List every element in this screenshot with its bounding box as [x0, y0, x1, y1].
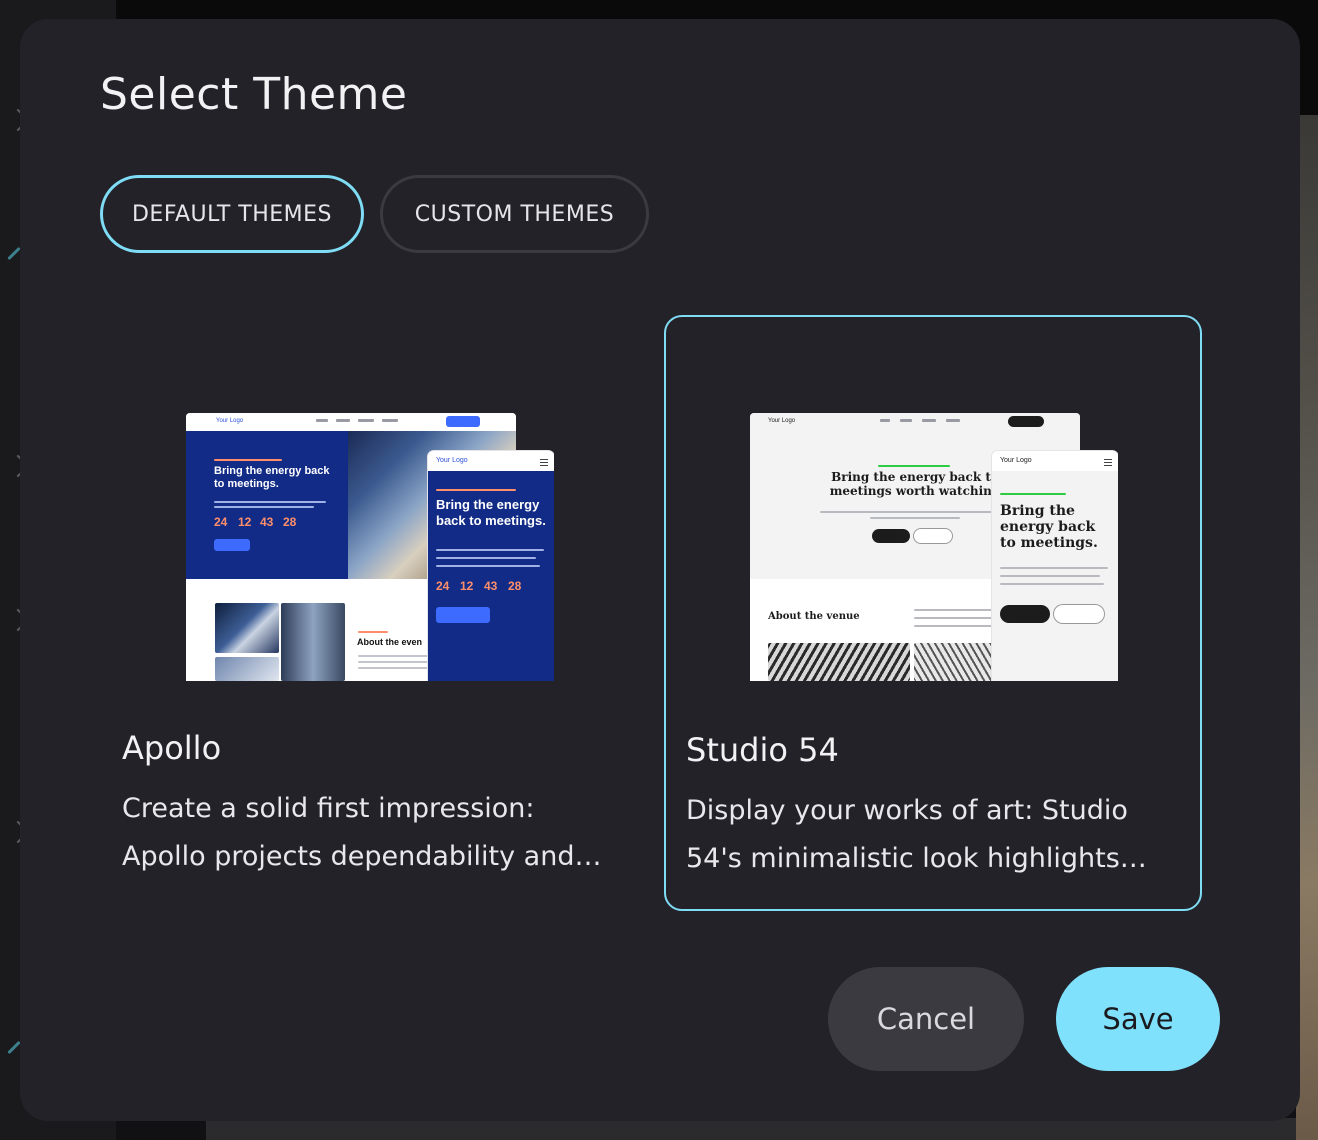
mobile-preview-headline: Bring the energy back to meetings.	[436, 497, 546, 528]
preview-headline: Bring the energy back to meetings.	[214, 465, 330, 491]
menu-icon	[540, 459, 548, 466]
mobile-preview-logo: Your Logo	[1000, 457, 1032, 464]
preview-nav: Your Logo	[750, 413, 1080, 431]
preview-date-line	[1000, 493, 1066, 495]
preview-body-line	[358, 655, 428, 657]
preview-register-button	[872, 529, 910, 543]
preview-body-line	[358, 661, 428, 663]
preview-body-line	[214, 506, 314, 508]
preview-date-line	[878, 465, 950, 467]
preview-image	[768, 643, 910, 681]
preview-logo: Your Logo	[216, 418, 244, 424]
preview-body-line	[870, 517, 960, 519]
preview-body-line	[436, 549, 544, 551]
mobile-preview-hero: Bring the energy back to meetings.	[992, 471, 1118, 681]
preview-body-line	[1000, 567, 1108, 569]
preview-nav: Your Logo	[186, 413, 516, 431]
theme-preview-studio-54: Your Logo Bring the energy back to meeti…	[750, 413, 1118, 681]
preview-date-line	[436, 489, 516, 491]
preview-nav-link	[382, 419, 398, 422]
preview-register-button	[214, 539, 250, 551]
preview-image	[914, 643, 994, 681]
preview-body-line	[1000, 583, 1104, 585]
theme-description: Display your works of art: Studio 54's m…	[686, 795, 1147, 874]
preview-nav-link	[946, 419, 960, 422]
preview-date-line	[214, 459, 282, 461]
preview-countdown-minutes: 43	[484, 579, 498, 593]
preview-body-line	[436, 557, 536, 559]
mobile-preview: Your Logo Bring the energy back to meeti…	[428, 451, 554, 681]
preview-countdown-seconds: 28	[508, 579, 522, 593]
preview-body-line	[914, 625, 994, 627]
preview-watch-button	[1054, 605, 1104, 623]
preview-section-heading: About the venue	[768, 611, 860, 622]
dialog-title: Select Theme	[100, 69, 408, 120]
tab-custom-themes[interactable]: CUSTOM THEMES	[380, 175, 649, 253]
preview-body-line	[436, 565, 540, 567]
preview-body-line	[914, 617, 994, 619]
preview-nav-button	[1008, 416, 1044, 427]
preview-countdown-hours: 12	[460, 579, 474, 593]
preview-register-button	[1000, 605, 1050, 623]
preview-section-heading: About the even	[357, 637, 423, 647]
preview-nav-button	[446, 416, 480, 427]
preview-logo: Your Logo	[768, 418, 796, 424]
preview-body-line	[358, 667, 428, 669]
preview-nav-link	[922, 419, 936, 422]
preview-image	[281, 603, 345, 681]
preview-body-line	[214, 501, 326, 503]
preview-image	[215, 603, 279, 653]
preview-countdown-days: 24	[214, 515, 228, 529]
preview-nav-link	[358, 419, 374, 422]
preview-countdown-minutes: 43	[260, 515, 274, 529]
theme-card-studio-54[interactable]: Your Logo Bring the energy back to meeti…	[664, 315, 1202, 911]
save-button[interactable]: Save	[1056, 967, 1220, 1071]
preview-nav-link	[900, 419, 912, 422]
mobile-preview-nav: Your Logo	[992, 451, 1118, 471]
mobile-preview: Your Logo Bring the energy back to meeti…	[992, 451, 1118, 681]
preview-nav-link	[336, 419, 350, 422]
preview-nav-link	[880, 419, 890, 422]
mobile-preview-hero: Bring the energy back to meetings. 24 12…	[428, 471, 554, 681]
preview-body-line	[914, 609, 994, 611]
preview-countdown-days: 24	[436, 579, 450, 593]
theme-name: Apollo	[122, 729, 222, 767]
theme-name: Studio 54	[686, 731, 839, 769]
preview-headline: Bring the energy back to meetings worth …	[829, 470, 1001, 498]
mobile-preview-headline: Bring the energy back to meetings.	[1000, 503, 1098, 552]
preview-hero: Bring the energy back to meetings. 24 12…	[186, 431, 348, 579]
preview-nav-link	[316, 419, 328, 422]
preview-label-line	[358, 631, 388, 633]
preview-body-line	[1000, 575, 1100, 577]
cancel-button[interactable]: Cancel	[828, 967, 1024, 1071]
theme-description: Create a solid first impression: Apollo …	[122, 793, 602, 872]
preview-countdown-seconds: 28	[283, 515, 297, 529]
theme-card-apollo[interactable]: Your Logo Bring the energy back to meeti…	[102, 315, 640, 911]
preview-register-button	[436, 607, 490, 623]
preview-image	[215, 657, 279, 681]
tab-default-themes[interactable]: DEFAULT THEMES	[100, 175, 364, 253]
background-footer	[206, 1118, 1296, 1140]
preview-body-line	[820, 511, 1010, 513]
preview-watch-button	[914, 529, 952, 543]
theme-preview-apollo: Your Logo Bring the energy back to meeti…	[186, 413, 554, 681]
menu-icon	[1104, 459, 1112, 466]
preview-countdown-hours: 12	[238, 515, 252, 529]
mobile-preview-nav: Your Logo	[428, 451, 554, 471]
mobile-preview-logo: Your Logo	[436, 457, 468, 464]
select-theme-dialog: Select Theme DEFAULT THEMES CUSTOM THEME…	[20, 19, 1300, 1121]
